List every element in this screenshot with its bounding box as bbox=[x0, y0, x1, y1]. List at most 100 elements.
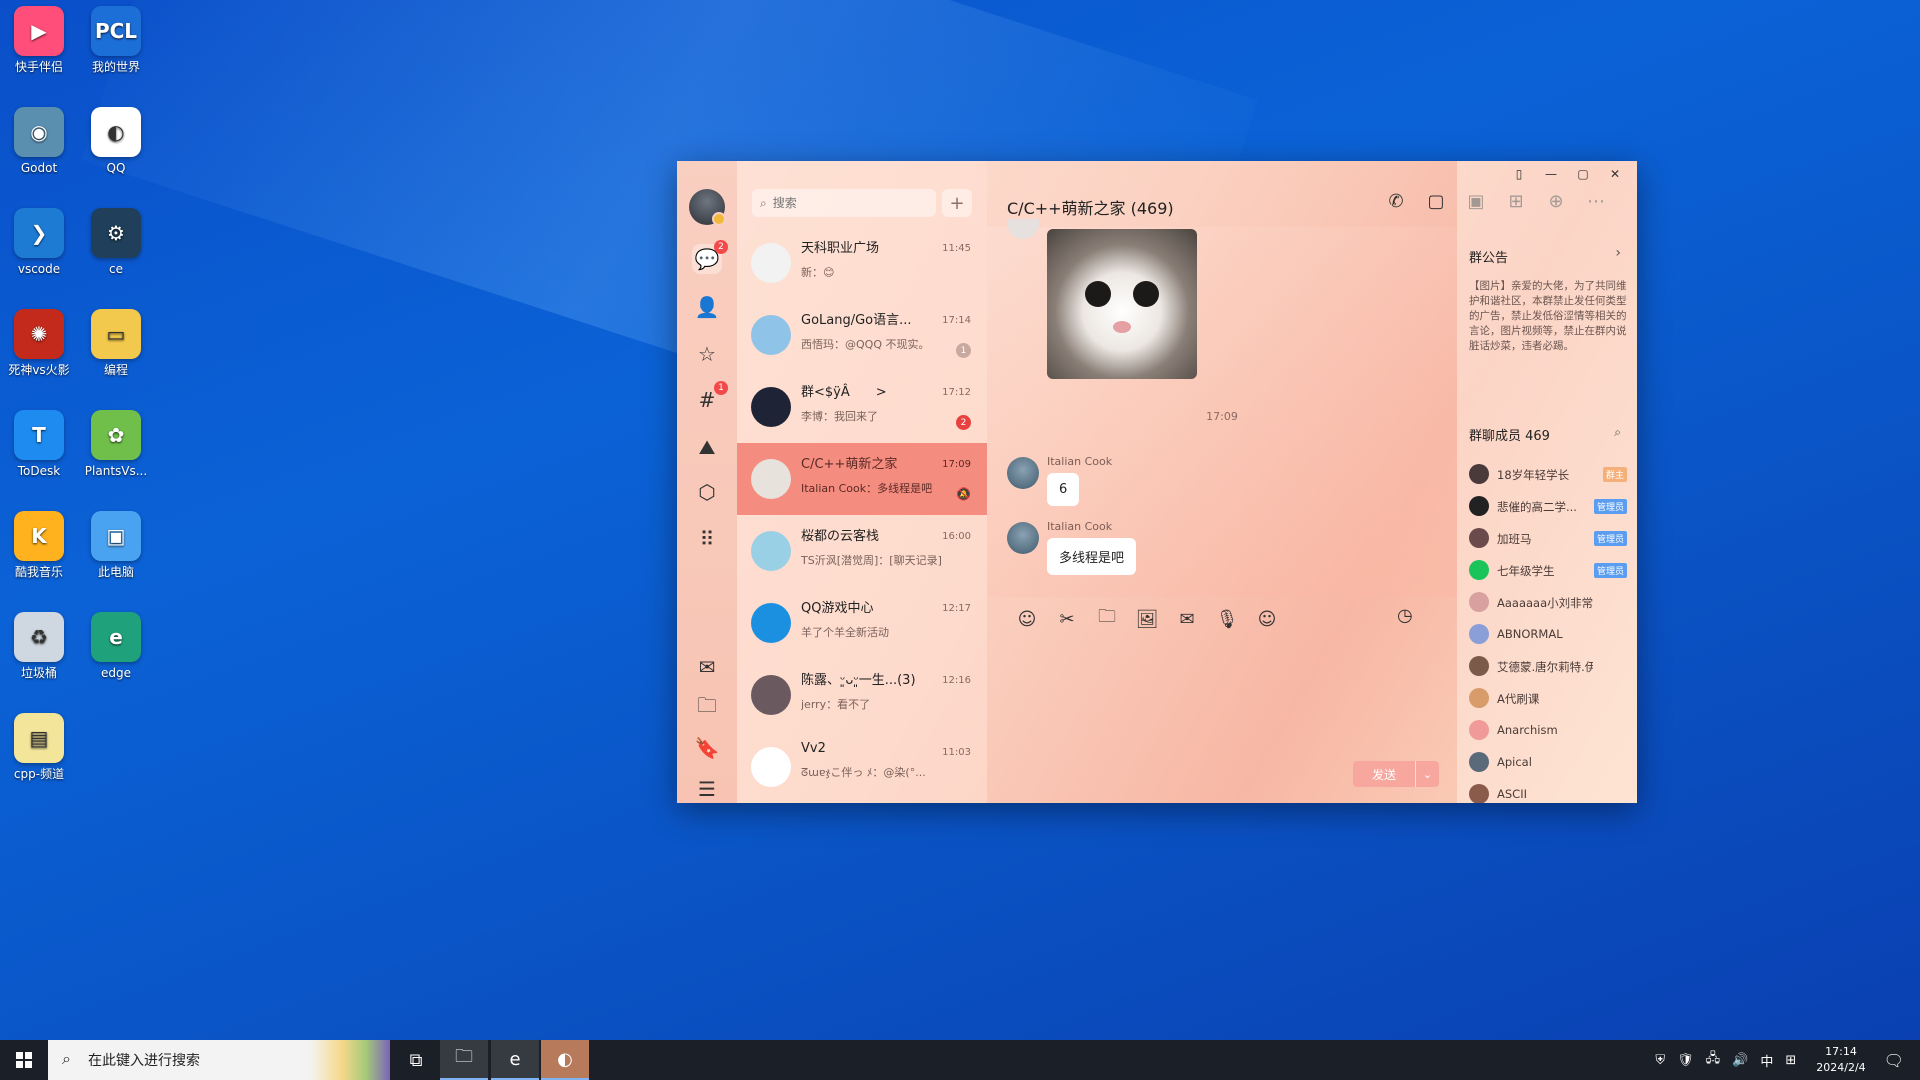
notification-icon[interactable]: 🗨 bbox=[1884, 1051, 1904, 1070]
desktop-icon[interactable]: ✺ 死神vs火影 bbox=[0, 303, 78, 377]
red-envelope-icon[interactable]: ✉ bbox=[1167, 609, 1207, 630]
user-avatar[interactable] bbox=[689, 189, 726, 226]
security-icon[interactable]: ⛨ bbox=[1655, 1053, 1665, 1068]
member-item[interactable]: A代刷课 bbox=[1469, 683, 1629, 715]
clock[interactable]: 17:14 2024/2/4 bbox=[1816, 1044, 1865, 1076]
nav-mail[interactable]: ✉ bbox=[692, 652, 722, 682]
desktop-icon[interactable]: K 酷我音乐 bbox=[0, 505, 78, 579]
document-icon: ▤ bbox=[14, 713, 64, 763]
minimize-icon[interactable]: — bbox=[1535, 163, 1567, 185]
nav-channels[interactable]: #1 bbox=[692, 381, 728, 415]
qq-icon[interactable]: ◐ bbox=[541, 1040, 589, 1080]
member-item[interactable]: 七年级学生 管理员 bbox=[1469, 555, 1629, 587]
desktop-icon[interactable]: ◉ Godot bbox=[0, 101, 78, 175]
file-explorer-icon[interactable]: 🗀 bbox=[440, 1040, 488, 1080]
send-button[interactable]: 发送 bbox=[1353, 761, 1415, 787]
group-notice-title[interactable]: 群公告 bbox=[1469, 247, 1508, 266]
nav-games[interactable]: ⛰ bbox=[692, 432, 722, 462]
nav-messages[interactable]: 💬 2 bbox=[692, 240, 728, 274]
conversation-item[interactable]: QQ游戏中心 12:17 羊了个羊全新活动 bbox=[737, 587, 987, 659]
desktop-icon[interactable]: ❯ vscode bbox=[0, 202, 78, 276]
nav-discover[interactable]: ⬡ bbox=[692, 477, 722, 507]
member-item[interactable]: Aaaaaaa小刘非常lazy bbox=[1469, 587, 1629, 619]
nav-files[interactable]: 🗀 bbox=[692, 693, 722, 723]
sender-name: Italian Cook bbox=[1047, 455, 1113, 468]
conversation-preview: TS沂沨[潜觉周]：[聊天记录] bbox=[801, 554, 941, 567]
desktop-icon-label: 此电脑 bbox=[97, 565, 134, 579]
member-item[interactable]: 18岁年轻学长 群主 bbox=[1469, 459, 1629, 491]
image-message-cat[interactable] bbox=[1047, 229, 1197, 379]
folder-icon[interactable]: 🗀 bbox=[1087, 604, 1127, 634]
conversation-item[interactable]: GoLang/Go语言... 17:14 西悟玛：@QQQ 不现实。 1 bbox=[737, 299, 987, 371]
scissors-icon[interactable]: ✂ bbox=[1047, 609, 1087, 630]
nav-menu[interactable]: ☰ bbox=[692, 774, 722, 803]
network-icon[interactable]: 🖧 bbox=[1706, 1049, 1721, 1071]
search-icon[interactable]: ⌕ bbox=[1614, 425, 1621, 440]
search-box[interactable]: ⌕ bbox=[752, 189, 936, 217]
search-highlight-image bbox=[310, 1040, 390, 1080]
sender-avatar[interactable] bbox=[1007, 457, 1039, 489]
member-name: ABNORMAL bbox=[1497, 627, 1563, 641]
member-item[interactable]: Anarchism bbox=[1469, 715, 1629, 747]
message-input[interactable] bbox=[1007, 641, 1437, 741]
conversation-item[interactable]: 群<$ÿÂ > 17:12 李博：我回来了 2 bbox=[737, 371, 987, 443]
desktop-icon-label: QQ bbox=[106, 161, 126, 175]
desktop-icon[interactable]: PCL 我的世界 bbox=[77, 0, 155, 74]
member-item[interactable]: 悲催的高二学... 管理员 bbox=[1469, 491, 1629, 523]
desktop-icon[interactable]: ▤ cpp-频道 bbox=[0, 707, 78, 781]
send-options-dropdown[interactable]: ⌄ bbox=[1415, 761, 1439, 787]
nav-contacts[interactable]: 👤 bbox=[692, 292, 722, 322]
robot-icon[interactable]: ☺ bbox=[1247, 609, 1287, 630]
conversation-item[interactable]: 桜都の云客栈 16:00 TS沂沨[潜觉周]：[聊天记录] bbox=[737, 515, 987, 587]
edge-icon[interactable]: e bbox=[491, 1040, 539, 1080]
maximize-icon[interactable]: ▢ bbox=[1567, 163, 1599, 185]
recycle-bin-icon: ♻ bbox=[14, 612, 64, 662]
desktop-icon[interactable]: ▭ 编程 bbox=[77, 303, 155, 377]
desktop-icon[interactable]: ✿ PlantsVs... bbox=[77, 404, 155, 478]
clock-icon[interactable]: ◷ bbox=[1397, 605, 1413, 626]
member-item[interactable]: ASCII bbox=[1469, 779, 1629, 803]
avatar bbox=[751, 243, 791, 283]
conversation-item[interactable]: 天科职业广场 11:45 新：😊 bbox=[737, 227, 987, 299]
member-item[interactable]: 艾德蒙.唐尔莉特.伊吴... bbox=[1469, 651, 1629, 683]
microphone-icon[interactable]: 🎙 bbox=[1207, 609, 1247, 630]
emoji-icon[interactable]: ☺ bbox=[1007, 609, 1047, 630]
desktop-icon[interactable]: ◐ QQ bbox=[77, 101, 155, 175]
map-icon: ⛰ bbox=[698, 435, 716, 459]
member-item[interactable]: 加班马 管理员 bbox=[1469, 523, 1629, 555]
start-button[interactable] bbox=[0, 1040, 48, 1080]
conversation-name: 桜都の云客栈 bbox=[801, 529, 880, 544]
message-bubble[interactable]: 6 bbox=[1047, 473, 1080, 506]
add-button[interactable]: + bbox=[942, 189, 972, 217]
member-item[interactable]: ABNORMAL bbox=[1469, 619, 1629, 651]
nav-collections[interactable]: 🔖 bbox=[692, 733, 722, 763]
voice-call-icon[interactable]: ✆ bbox=[1383, 191, 1409, 212]
pin-window-icon[interactable]: ▯ bbox=[1503, 163, 1535, 185]
conversation-item[interactable]: C/C++萌新之家 17:09 Italian Cook：多线程是吧 🔕 bbox=[737, 443, 987, 515]
member-item[interactable]: Apical bbox=[1469, 747, 1629, 779]
video-call-icon[interactable]: ▢ bbox=[1423, 191, 1449, 212]
task-view-icon[interactable]: ⧉ bbox=[392, 1040, 440, 1080]
volume-icon[interactable]: 🔊 bbox=[1732, 1053, 1748, 1068]
taskbar-search[interactable]: ⌕ 在此键入进行搜索 bbox=[48, 1040, 390, 1080]
desktop-icon[interactable]: ▣ 此电脑 bbox=[77, 505, 155, 579]
desktop-icon[interactable]: T ToDesk bbox=[0, 404, 78, 478]
message-bubble[interactable]: 多线程是吧 bbox=[1047, 538, 1137, 575]
conversation-item[interactable]: Vv2 11:03 ᘔɯɐჯこ伴っ ﾒ：@染(°... bbox=[737, 731, 987, 803]
desktop-icon[interactable]: ▶ 快手伴侣 bbox=[0, 0, 78, 74]
nav-apps[interactable]: ⠿ bbox=[692, 524, 722, 554]
sender-avatar[interactable] bbox=[1007, 522, 1039, 554]
shield-icon[interactable]: 🛡 bbox=[1677, 1053, 1694, 1068]
chevron-right-icon[interactable]: › bbox=[1615, 245, 1621, 261]
conversation-item[interactable]: 陈露、ᵕ͈ᴗᵕ͈一生...(3) 12:16 jerry：看不了 bbox=[737, 659, 987, 731]
image-icon[interactable]: 🖼 bbox=[1127, 609, 1167, 630]
desktop-icon[interactable]: ⚙ ce bbox=[77, 202, 155, 276]
desktop-icon[interactable]: ♻ 垃圾桶 bbox=[0, 606, 78, 680]
ime-indicator[interactable]: 中 bbox=[1760, 1051, 1773, 1070]
keyboard-icon[interactable]: ⊞ bbox=[1785, 1053, 1796, 1068]
kuaishou-icon: ▶ bbox=[14, 6, 64, 56]
close-icon[interactable]: ✕ bbox=[1599, 163, 1631, 185]
desktop-icon[interactable]: e edge bbox=[77, 606, 155, 680]
search-input[interactable] bbox=[772, 196, 913, 210]
nav-favorites[interactable]: ☆ bbox=[692, 339, 722, 369]
